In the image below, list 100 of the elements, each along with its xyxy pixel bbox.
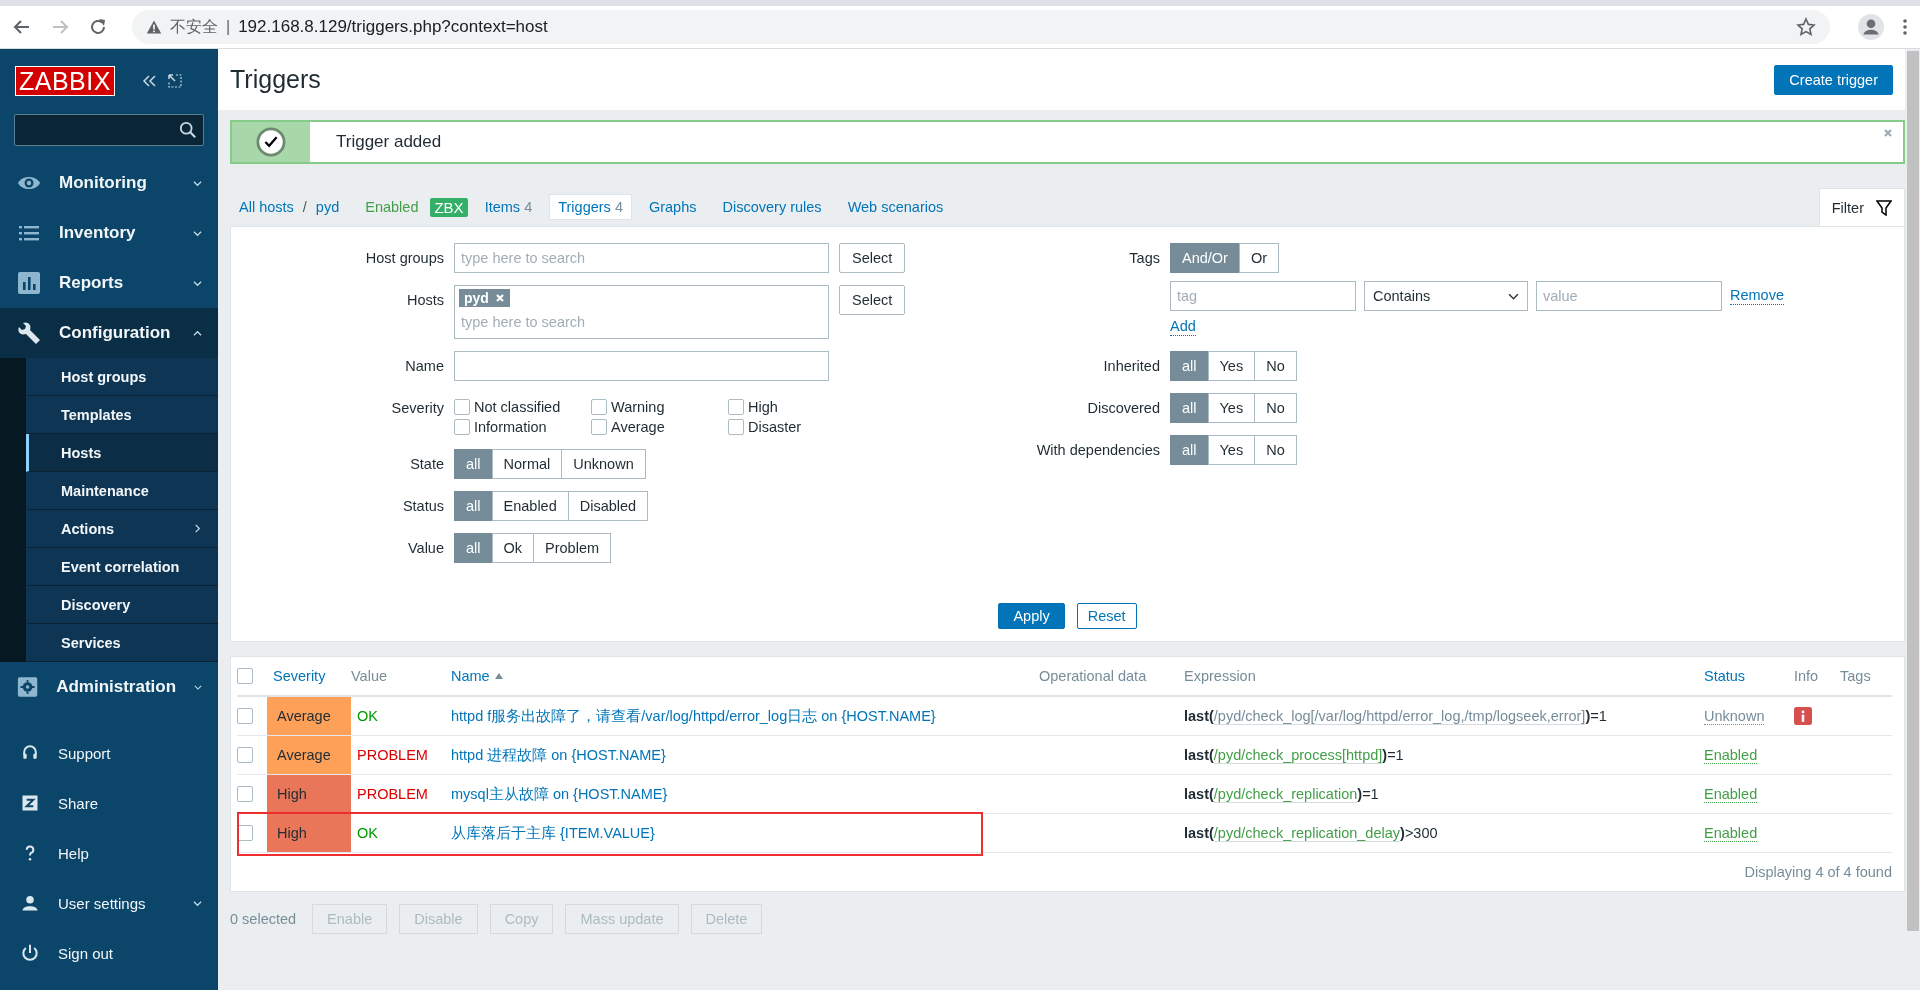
status-link[interactable]: Enabled [1704,746,1758,764]
segment-option[interactable]: Or [1238,243,1280,273]
submenu-item[interactable]: Actions [26,510,218,548]
checkbox[interactable] [591,399,607,415]
breadcrumb-link[interactable]: All hosts [239,199,294,215]
menu-item[interactable]: Administration [0,662,218,712]
host-tab[interactable]: Discovery rules [713,194,831,220]
segment-option[interactable]: No [1254,351,1297,381]
remove-link[interactable]: Remove [1730,287,1784,305]
row-checkbox[interactable] [237,708,253,724]
logo[interactable]: ZABBIX [15,66,115,96]
checkbox[interactable] [454,399,470,415]
trigger-name-link[interactable]: mysql主从故障 on {HOST.NAME} [451,784,668,804]
create-trigger-button[interactable]: Create trigger [1774,64,1893,95]
name-field[interactable] [454,351,829,381]
row-checkbox[interactable] [237,747,253,763]
segment-option[interactable]: Problem [533,533,612,563]
checkbox[interactable] [728,419,744,435]
host-tab[interactable]: Web scenarios [838,194,953,220]
error-info-icon[interactable] [1794,707,1812,725]
item-link[interactable]: /pyd/check_process[httpd] [1213,747,1383,764]
row-checkbox[interactable] [237,786,253,802]
menu-item[interactable]: Support [0,728,218,778]
segment-option[interactable]: Unknown [561,449,646,479]
menu-icon[interactable] [1902,17,1908,37]
segment-option[interactable]: all [1170,435,1209,465]
kiosk-icon[interactable] [166,73,183,89]
segment-option[interactable]: Yes [1207,435,1256,465]
menu-item[interactable]: Help [0,828,218,878]
segment-option[interactable]: all [1170,351,1209,381]
host-tab[interactable]: Graphs [639,194,706,220]
segment-option[interactable]: all [1170,393,1209,423]
menu-item[interactable]: Configuration [0,308,218,358]
segment-option[interactable]: Enabled [491,491,569,521]
segment-option[interactable]: Yes [1207,351,1256,381]
checkbox[interactable] [454,419,470,435]
segment-option[interactable]: Ok [491,533,535,563]
status-link[interactable]: Enabled [1704,785,1758,803]
menu-item[interactable]: User settings [0,878,218,928]
hosts-field[interactable]: pyd type here to search [454,285,829,339]
menu-item[interactable]: Inventory [0,208,218,258]
item-link[interactable]: /pyd/check_log[/var/log/httpd/error_log,/tmp/logseek,error] [1213,708,1586,725]
submenu-item[interactable]: Event correlation [26,548,218,586]
host-groups-field[interactable]: type here to search [454,243,829,273]
breadcrumb-link[interactable]: pyd [315,199,340,215]
star-icon[interactable] [1796,17,1816,37]
select-all-checkbox[interactable] [237,668,253,684]
search-field[interactable] [14,114,204,146]
avatar-icon[interactable] [1858,14,1884,40]
menu-item[interactable]: Sign out [0,928,218,978]
tag-value-field[interactable]: value [1536,281,1722,311]
tag-field[interactable]: tag [1170,281,1356,311]
submenu-item[interactable]: Maintenance [26,472,218,510]
column-header[interactable]: Status [1704,668,1746,684]
host-tab[interactable]: Triggers 4 [549,194,632,220]
trigger-name-link[interactable]: httpd 进程故障 on {HOST.NAME} [451,745,666,765]
address-bar[interactable]: 不安全 | 192.168.8.129/triggers.php?context=host [132,10,1830,44]
status-link[interactable]: Unknown [1704,707,1765,725]
segment-option[interactable]: Yes [1207,393,1256,423]
select-button[interactable]: Select [839,285,906,315]
submenu-item[interactable]: Hosts [26,434,218,472]
submenu-item[interactable]: Templates [26,396,218,434]
submenu-item[interactable]: Host groups [26,358,218,396]
segment-option[interactable]: No [1254,435,1297,465]
checkbox-label: Average [611,419,665,435]
submenu-item[interactable]: Discovery [26,586,218,624]
operator-dropdown[interactable]: Contains [1364,281,1528,311]
segment-option[interactable]: No [1254,393,1297,423]
column-header[interactable]: Severity [273,668,326,684]
apply-button[interactable]: Apply [998,603,1065,629]
trigger-name-link[interactable]: httpd f服务出故障了，请查看/var/log/httpd/error_log日志 on {HOST.NAME} [451,706,936,726]
item-link[interactable]: /pyd/check_replication [1213,786,1358,803]
submenu-item[interactable]: Services [26,624,218,662]
segment-option[interactable]: all [454,449,493,479]
segment-option[interactable]: all [454,491,493,521]
close-icon[interactable] [1883,128,1893,138]
menu-item[interactable]: Reports [0,258,218,308]
reset-button[interactable]: Reset [1076,603,1137,629]
segment-option[interactable]: And/Or [1170,243,1240,273]
status-link[interactable]: Enabled [1704,824,1758,842]
filter-tab[interactable]: Filter [1818,188,1905,226]
add-link[interactable]: Add [1170,318,1196,336]
checkbox[interactable] [591,419,607,435]
host-tab[interactable]: Items 4 [475,194,542,220]
column-header[interactable]: Name [451,668,504,684]
checkbox[interactable] [728,399,744,415]
menu-item[interactable]: Share [0,778,218,828]
scrollbar[interactable] [1905,49,1920,990]
segment-option[interactable]: all [454,533,493,563]
segment-option[interactable]: Normal [491,449,563,479]
trigger-name-link[interactable]: 从库落后于主库 {ITEM.VALUE} [451,823,655,843]
collapse-icon[interactable] [140,73,157,89]
remove-icon[interactable] [494,293,505,303]
host-chip[interactable]: pyd [459,289,510,307]
caret-down-icon [193,178,202,188]
item-link[interactable]: /pyd/check_replication_delay [1213,825,1401,842]
menu-item[interactable]: Monitoring [0,158,218,208]
reload-icon[interactable] [88,17,108,37]
select-button[interactable]: Select [839,243,906,273]
segment-option[interactable]: Disabled [567,491,649,521]
